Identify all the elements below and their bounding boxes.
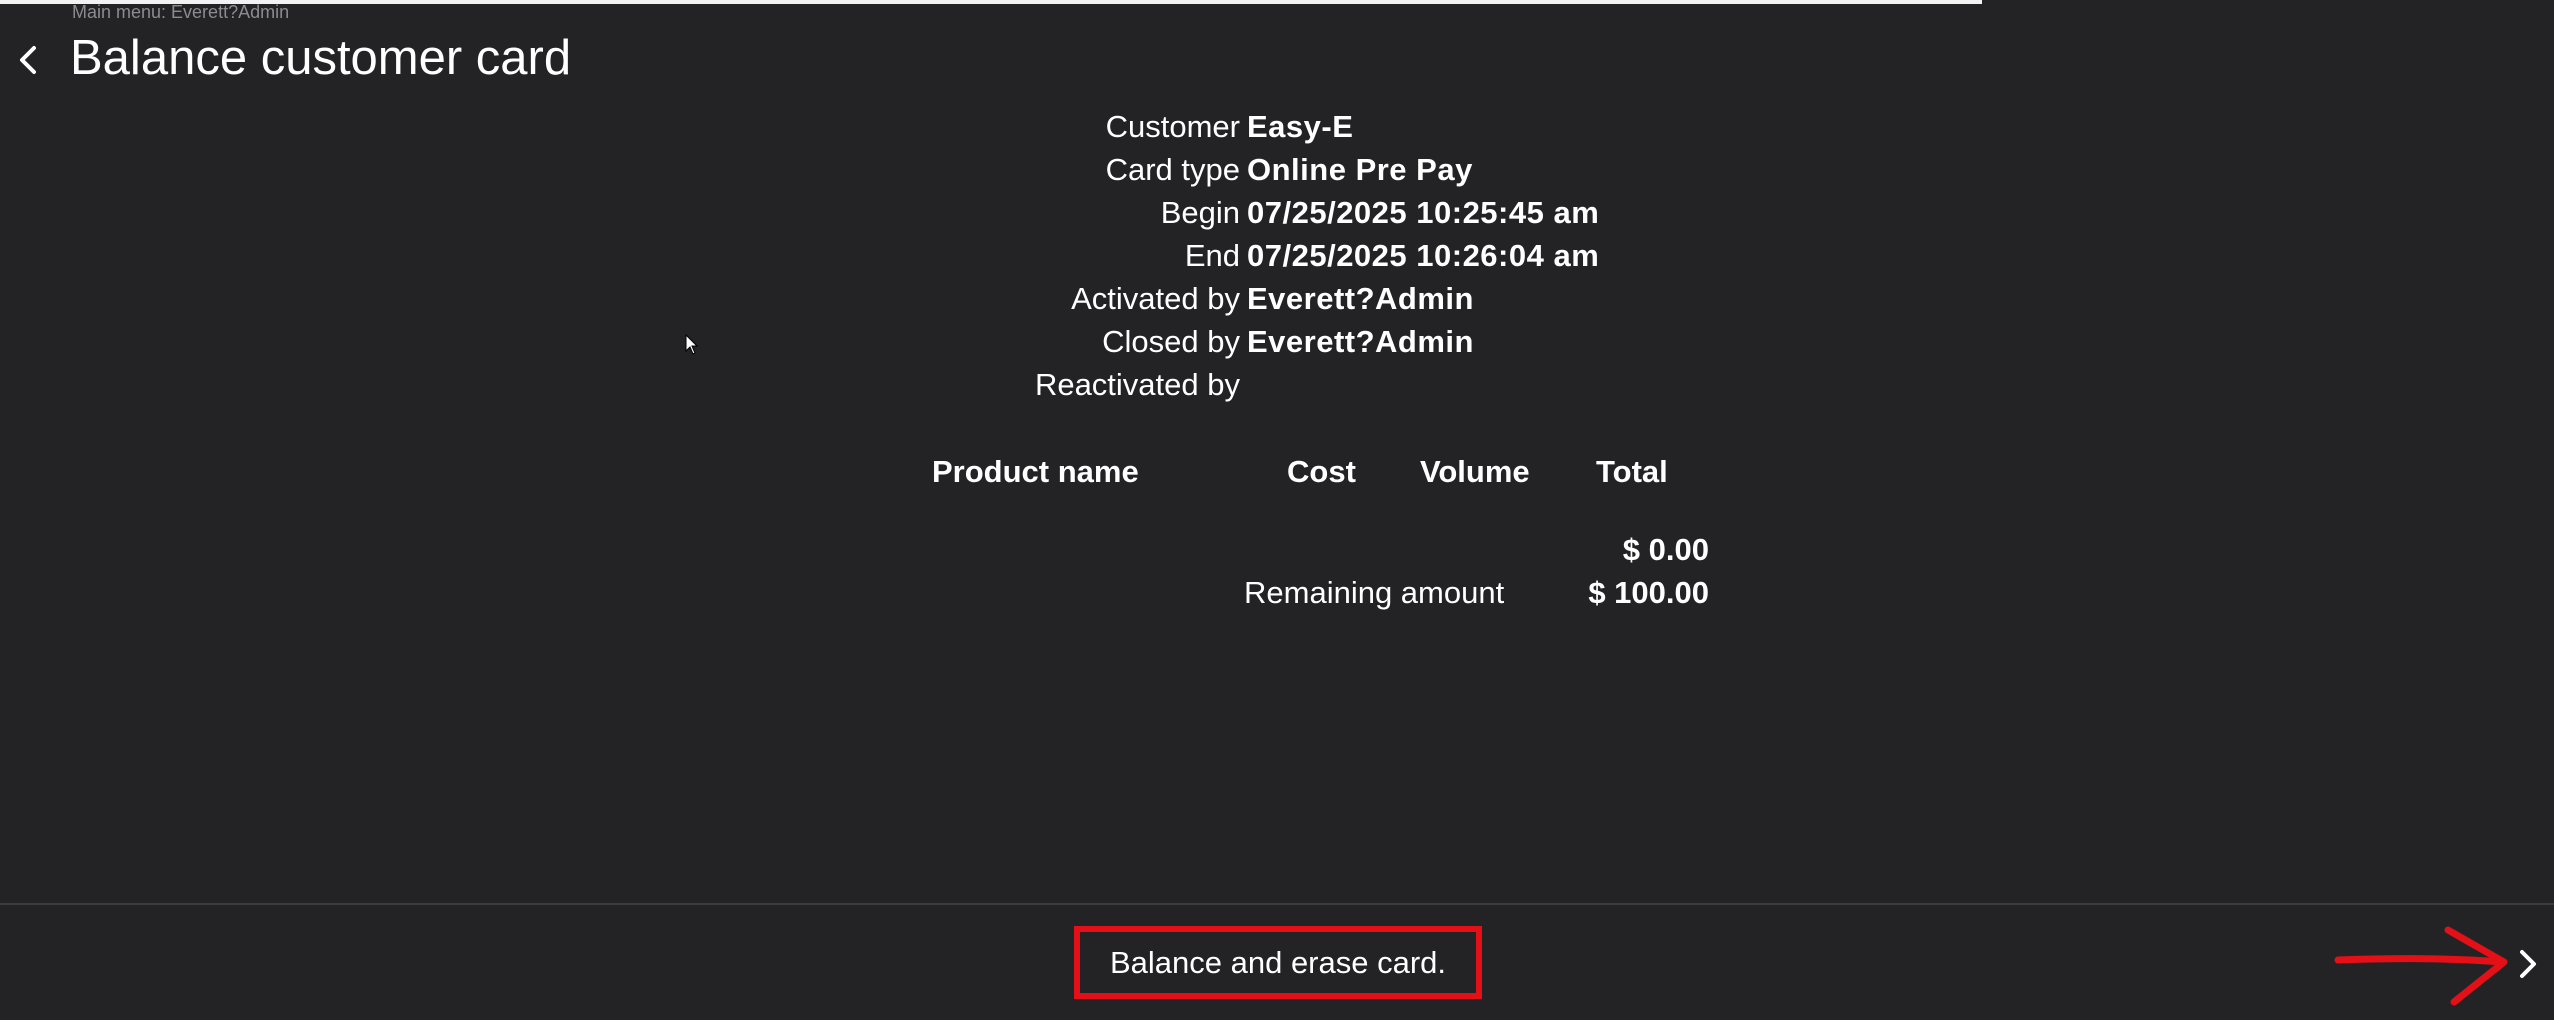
info-row-card-type: Card type Online Pre Pay <box>1106 148 2240 191</box>
activated-by-value: Everett?Admin <box>1247 281 1474 316</box>
column-header-product-name: Product name <box>932 454 1139 489</box>
begin-label: Begin <box>1160 195 1240 230</box>
closed-by-label: Closed by <box>1102 324 1240 359</box>
info-row-closed-by: Closed by Everett?Admin <box>1102 320 2240 363</box>
customer-value: Easy-E <box>1247 109 1354 144</box>
info-row-activated-by: Activated by Everett?Admin <box>1071 277 2240 320</box>
footer-divider <box>0 903 2554 905</box>
activated-by-label: Activated by <box>1071 281 1240 316</box>
card-type-label: Card type <box>1105 152 1240 187</box>
remaining-amount-label: Remaining amount <box>1244 575 1505 610</box>
balance-and-erase-card-button[interactable]: Balance and erase card. <box>1074 926 1482 999</box>
end-label: End <box>1184 238 1240 273</box>
column-header-total: Total <box>1596 454 1668 489</box>
top-strip <box>0 0 1982 4</box>
info-row-reactivated-by: Reactivated by <box>1035 363 2240 406</box>
chevron-left-icon <box>20 46 36 74</box>
end-value: 07/25/2025 10:26:04 am <box>1247 238 1600 273</box>
remaining-amount-value: $ 100.00 <box>1588 575 1709 610</box>
total-amount: $ 0.00 <box>1622 532 1709 567</box>
mouse-cursor-icon <box>685 334 699 355</box>
chevron-right-icon <box>2520 950 2536 978</box>
info-row-customer: Customer Easy-E <box>1106 105 2240 148</box>
breadcrumb: Main menu: Everett?Admin <box>72 2 290 22</box>
red-arrow-icon <box>2334 926 2508 1006</box>
info-row-end: End 07/25/2025 10:26:04 am <box>1185 234 2240 277</box>
customer-label: Customer <box>1105 109 1240 144</box>
begin-value: 07/25/2025 10:25:45 am <box>1247 195 1600 230</box>
info-row-begin: Begin 07/25/2025 10:25:45 am <box>1161 191 2240 234</box>
column-header-cost: Cost <box>1287 454 1356 489</box>
back-button[interactable] <box>8 36 48 84</box>
page-title: Balance customer card <box>70 31 572 85</box>
column-header-volume: Volume <box>1420 454 1530 489</box>
closed-by-value: Everett?Admin <box>1247 324 1474 359</box>
card-type-value: Online Pre Pay <box>1247 152 1473 187</box>
reactivated-by-label: Reactivated by <box>1034 367 1240 402</box>
next-button[interactable] <box>2508 940 2548 988</box>
